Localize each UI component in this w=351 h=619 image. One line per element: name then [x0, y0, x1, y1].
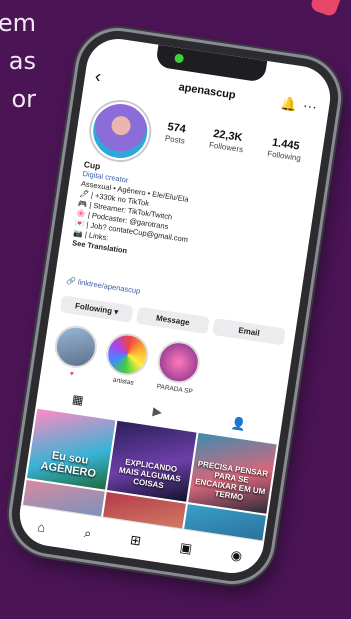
profile-stats: 574 Posts 22,3K Followers 1.445 Followin…	[152, 119, 315, 165]
message-button[interactable]: Message	[135, 306, 210, 335]
stat-posts-label: Posts	[164, 133, 186, 146]
highlight-thumbnail	[103, 330, 152, 379]
highlight-thumbnail	[154, 338, 203, 387]
profile-bio: Cup Digital creator Assexual • Agênero •…	[71, 159, 308, 281]
grid-post[interactable]: Eu sou AGÊNERO	[26, 408, 116, 490]
highlight-item[interactable]: artistas	[102, 330, 152, 389]
highlight-label: artistas	[112, 376, 135, 387]
background-text-line-2: as	[8, 47, 36, 75]
avatar[interactable]	[87, 98, 154, 164]
bio-link-text: linktree/apenascup	[77, 277, 141, 296]
grid-post[interactable]: EXPLICANDO MAIS ALGUMAS COISAS	[107, 420, 197, 502]
background-text-line-3: or	[11, 85, 36, 113]
add-icon[interactable]: ⊞	[129, 532, 142, 549]
search-icon[interactable]: ⌕	[83, 525, 92, 542]
following-button[interactable]: Following ▾	[59, 295, 134, 323]
reels-icon[interactable]: ▣	[179, 539, 193, 557]
profile-icon[interactable]: ◉	[230, 547, 243, 565]
highlight-item[interactable]: ♥	[51, 322, 100, 381]
stat-posts[interactable]: 574 Posts	[164, 121, 187, 146]
highlight-label: ♥	[69, 370, 75, 378]
highlight-item[interactable]: PARADA SP	[153, 338, 203, 396]
more-horizontal-icon[interactable]: ···	[302, 97, 318, 115]
grid-icon[interactable]: ▦	[71, 392, 84, 408]
bell-icon[interactable]: 🔔	[280, 96, 298, 114]
stat-following[interactable]: 1.445 Following	[267, 136, 304, 163]
background-text-line-1: em	[0, 9, 36, 37]
highlight-thumbnail	[52, 322, 100, 371]
tagged-icon[interactable]: 👤	[230, 416, 247, 432]
grid-post[interactable]: PRECISA PENSAR PARA SE ENCAIXAR EM UM TE…	[187, 432, 277, 514]
grid-post-caption: PRECISA PENSAR PARA SE ENCAIXAR EM UM TE…	[194, 459, 269, 503]
grid-post-caption: Eu sou AGÊNERO	[39, 449, 97, 481]
phone-mockup: ‹ apenascup 🔔 ··· 574 Posts 22,3K Follow…	[6, 25, 344, 587]
camera-icon	[174, 53, 185, 64]
email-button[interactable]: Email	[212, 317, 286, 346]
home-icon[interactable]: ⌂	[36, 519, 46, 535]
phone-screen: ‹ apenascup 🔔 ··· 574 Posts 22,3K Follow…	[15, 34, 335, 578]
grid-post-caption: EXPLICANDO MAIS ALGUMAS COISAS	[118, 457, 182, 491]
stat-followers[interactable]: 22,3K Followers	[209, 127, 246, 154]
highlight-label: PARADA SP	[156, 383, 194, 396]
reels-icon[interactable]: ▶	[152, 404, 163, 419]
decorative-corner-shape	[309, 0, 343, 18]
bio-link[interactable]: 🔗 linktree/apenascup	[66, 276, 141, 296]
